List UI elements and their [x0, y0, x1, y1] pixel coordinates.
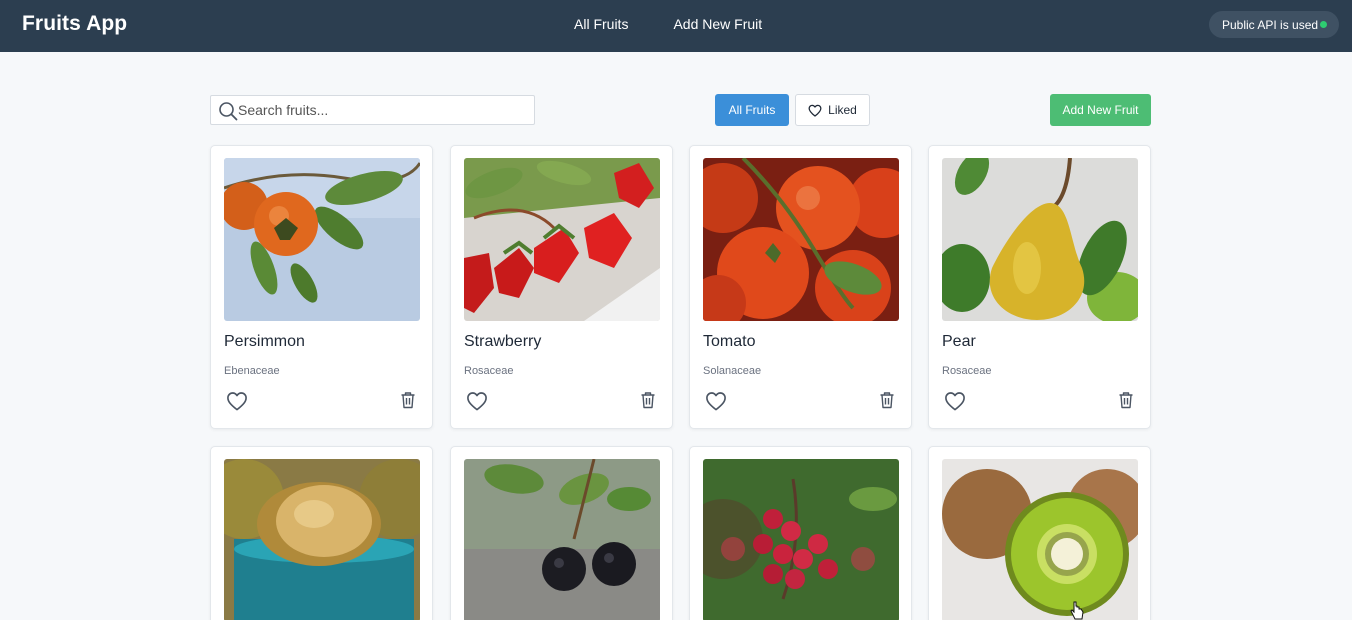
fruit-card[interactable]: [689, 446, 912, 620]
fruit-card[interactable]: [450, 446, 673, 620]
fruit-name: Pear: [942, 333, 976, 350]
filter-liked-button[interactable]: Liked: [795, 94, 870, 126]
fruit-family: Rosaceae: [942, 365, 992, 377]
fruit-card[interactable]: Persimmon Ebenaceae: [210, 145, 433, 429]
trash-icon[interactable]: [400, 391, 416, 409]
fruit-card[interactable]: Strawberry Rosaceae: [450, 145, 673, 429]
fruit-image: [703, 459, 899, 620]
api-status-badge: Public API is used: [1209, 11, 1339, 38]
filter-all-button[interactable]: All Fruits: [715, 94, 789, 126]
mouse-cursor-icon: [1070, 601, 1084, 620]
top-navbar: Fruits App All Fruits Add New Fruit Publ…: [0, 0, 1352, 52]
fruit-name: Tomato: [703, 333, 756, 350]
status-dot-icon: [1320, 21, 1327, 28]
fruit-image: [224, 158, 420, 321]
heart-icon[interactable]: [705, 391, 727, 411]
fruit-card[interactable]: Pear Rosaceae: [928, 145, 1151, 429]
fruit-image: [942, 158, 1138, 321]
nav-add-new-fruit[interactable]: Add New Fruit: [673, 16, 762, 32]
fruit-image: [464, 158, 660, 321]
app-brand[interactable]: Fruits App: [22, 12, 127, 36]
heart-icon[interactable]: [944, 391, 966, 411]
fruit-name: Persimmon: [224, 333, 305, 350]
trash-icon[interactable]: [640, 391, 656, 409]
fruit-family: Rosaceae: [464, 365, 514, 377]
heart-icon[interactable]: [466, 391, 488, 411]
fruit-name: Strawberry: [464, 333, 542, 350]
filter-all-label: All Fruits: [728, 103, 776, 117]
fruit-family: Solanaceae: [703, 365, 762, 377]
heart-icon[interactable]: [226, 391, 248, 411]
heart-icon: [808, 104, 822, 117]
fruit-image: [224, 459, 420, 620]
add-new-fruit-button[interactable]: Add New Fruit: [1050, 94, 1151, 126]
fruit-card[interactable]: [928, 446, 1151, 620]
fruit-card[interactable]: Tomato Solanaceae: [689, 145, 912, 429]
fruit-image: [703, 158, 899, 321]
filter-liked-label: Liked: [828, 103, 857, 117]
search-icon: [219, 102, 238, 121]
trash-icon[interactable]: [879, 391, 895, 409]
add-new-fruit-label: Add New Fruit: [1062, 103, 1139, 117]
main-nav: All Fruits Add New Fruit: [574, 16, 762, 32]
fruit-family: Ebenaceae: [224, 365, 280, 377]
nav-all-fruits[interactable]: All Fruits: [574, 16, 628, 32]
api-status-label: Public API is used: [1222, 17, 1319, 32]
search-box: [210, 95, 535, 125]
fruit-card[interactable]: [210, 446, 433, 620]
fruit-image: [464, 459, 660, 620]
search-input[interactable]: [238, 96, 528, 124]
trash-icon[interactable]: [1118, 391, 1134, 409]
fruit-image: [942, 459, 1138, 620]
